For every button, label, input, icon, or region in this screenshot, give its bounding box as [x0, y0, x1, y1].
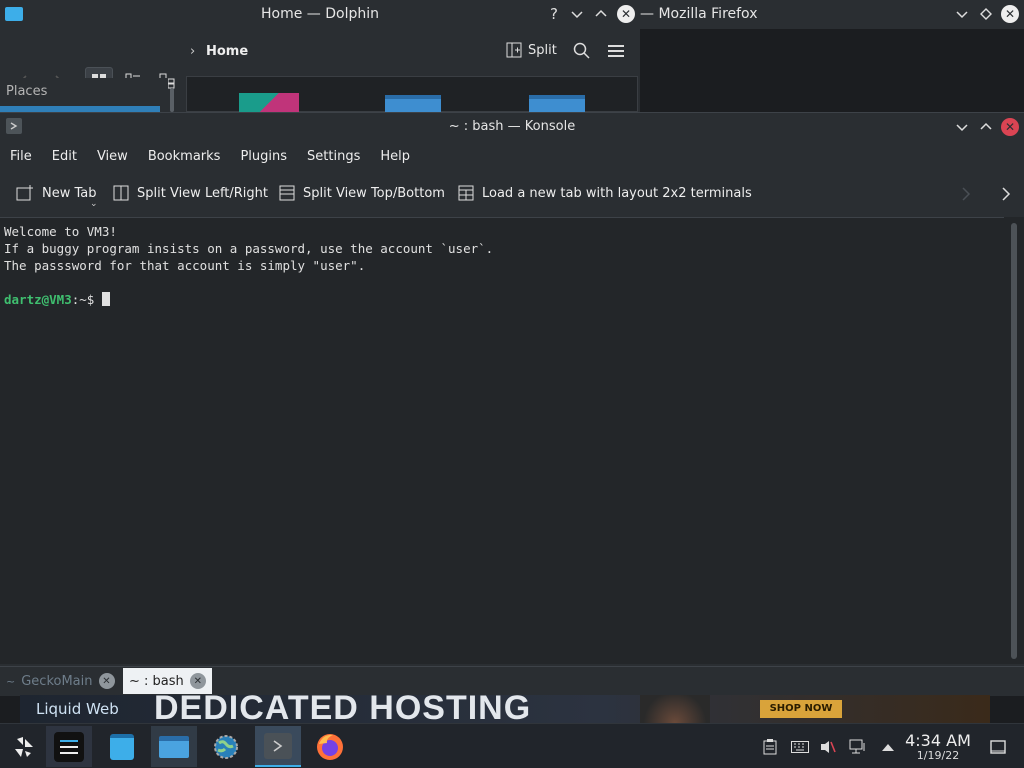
clipboard-icon[interactable]	[760, 737, 780, 757]
split-left-right-button[interactable]: Split View Left/Right	[113, 185, 268, 201]
minimize-icon[interactable]	[952, 4, 972, 24]
minimize-icon[interactable]	[952, 117, 972, 137]
app-launcher-icon[interactable]	[0, 726, 46, 767]
terminal-line: If a buggy program insists on a password…	[4, 241, 494, 256]
split-horizontal-icon	[279, 185, 295, 201]
folder-icon[interactable]	[385, 95, 441, 113]
new-tab-label: New Tab	[42, 185, 97, 201]
menu-edit[interactable]: Edit	[42, 146, 87, 170]
split-vertical-icon	[113, 185, 129, 201]
dolphin-taskbar-icon[interactable]	[151, 726, 197, 767]
folder-icon[interactable]	[529, 95, 585, 113]
system-settings-icon[interactable]	[46, 726, 92, 767]
load-layout-button[interactable]: Load a new tab with layout 2x2 terminals	[458, 185, 752, 201]
clock[interactable]: 4:34 AM 1/19/22	[900, 732, 976, 762]
prompt-user-host: dartz@VM3	[4, 292, 72, 307]
network-icon[interactable]	[848, 737, 868, 757]
help-icon[interactable]: ?	[544, 4, 564, 24]
close-icon[interactable]: ✕	[616, 4, 636, 24]
split-top-bottom-button[interactable]: Split View Top/Bottom	[279, 185, 445, 201]
terminal-prompt-line: dartz@VM3:~$	[4, 291, 1000, 308]
terminal-scrollbar[interactable]	[1004, 217, 1024, 664]
ad-person-image	[640, 695, 710, 723]
ad-headline: DEDICATED HOSTING	[154, 695, 532, 723]
dolphin-file-view	[186, 76, 638, 113]
places-label: Places	[6, 84, 48, 99]
chevron-left-icon[interactable]	[962, 186, 972, 206]
menu-file[interactable]: File	[0, 146, 42, 170]
konsole-tab-bar: ~ GeckoMain ✕ ~ : bash ✕	[0, 666, 1024, 696]
konsole-taskbar-icon[interactable]	[255, 726, 301, 767]
firefox-title: — Mozilla Firefox	[640, 6, 758, 22]
terminal-output[interactable]: Welcome to VM3! If a buggy program insist…	[0, 217, 1004, 664]
close-tab-icon[interactable]: ✕	[98, 673, 115, 689]
close-icon[interactable]: ✕	[1000, 117, 1020, 137]
new-tab-icon	[16, 185, 33, 201]
places-scrollbar[interactable]	[170, 88, 174, 112]
clock-date: 1/19/22	[916, 749, 960, 762]
konsole-toolbar: New Tab ⌄ Split View Left/Right Split Vi…	[0, 179, 1024, 211]
split-button[interactable]: Split	[506, 42, 557, 58]
chevron-right-icon[interactable]	[1002, 186, 1012, 206]
menu-bookmarks[interactable]: Bookmarks	[138, 146, 231, 170]
breadcrumb-home[interactable]: Home	[206, 44, 248, 59]
tab-bash[interactable]: ~ : bash ✕	[123, 668, 212, 694]
tab-terminal-icon: ~	[6, 674, 16, 688]
tab-label: GeckoMain	[21, 673, 93, 689]
minimize-icon[interactable]	[567, 4, 587, 24]
firefox-titlebar[interactable]: ? ✕ — Mozilla Firefox ✕	[550, 0, 1024, 29]
terminal-line: Welcome to VM3!	[4, 224, 117, 239]
menu-plugins[interactable]: Plugins	[230, 146, 297, 170]
web-browser-icon[interactable]	[203, 726, 249, 767]
maximize-icon[interactable]	[591, 4, 611, 24]
terminal-line: The passsword for that account is simply…	[4, 258, 366, 273]
menu-help[interactable]: Help	[370, 146, 420, 170]
file-thumbnail-icon[interactable]	[239, 93, 299, 113]
restore-icon[interactable]	[976, 4, 996, 24]
split-icon	[506, 42, 522, 58]
firefox-taskbar-icon[interactable]	[307, 726, 353, 767]
taskbar: 4:34 AM 1/19/22	[0, 723, 1024, 768]
search-icon[interactable]	[573, 42, 591, 64]
scrollbar-thumb[interactable]	[1011, 223, 1017, 659]
load-layout-label: Load a new tab with layout 2x2 terminals	[482, 185, 752, 201]
firefox-window: ? ✕ — Mozilla Firefox ✕	[550, 0, 1024, 112]
split-top-bottom-label: Split View Top/Bottom	[303, 185, 445, 201]
split-left-right-label: Split View Left/Right	[137, 185, 269, 201]
konsole-title: ~ : bash — Konsole	[448, 119, 576, 134]
maximize-icon[interactable]	[976, 117, 996, 137]
new-tab-button[interactable]: New Tab	[16, 185, 97, 201]
close-tab-icon[interactable]: ✕	[189, 673, 206, 689]
menu-settings[interactable]: Settings	[297, 146, 370, 170]
menu-view[interactable]: View	[87, 146, 138, 170]
keyboard-icon[interactable]	[790, 737, 810, 757]
tab-label: ~ : bash	[129, 673, 184, 689]
ad-brand: Liquid Web	[36, 700, 119, 718]
prompt-path: :~$	[71, 292, 102, 307]
dolphin-toolbar: › Home Split	[0, 29, 640, 95]
volume-muted-icon[interactable]	[818, 737, 838, 757]
grid-layout-icon	[458, 185, 474, 201]
ad-banner[interactable]: Liquid Web DEDICATED HOSTING SHOP NOW	[20, 695, 990, 723]
breadcrumb-chevron-icon: ›	[190, 44, 196, 59]
ad-shop-now-button[interactable]: SHOP NOW	[760, 700, 842, 718]
new-tab-dropdown-icon[interactable]: ⌄	[90, 199, 98, 209]
close-icon[interactable]: ✕	[1000, 4, 1020, 24]
show-hidden-icons-icon[interactable]	[878, 737, 898, 757]
split-label: Split	[528, 42, 557, 58]
tab-geckomain[interactable]: ~ GeckoMain ✕	[0, 668, 121, 694]
clock-time: 4:34 AM	[905, 731, 971, 750]
konsole-window: ~ : bash — Konsole ✕ File Edit View Book…	[0, 112, 1024, 696]
discover-store-icon[interactable]	[99, 726, 145, 767]
show-desktop-icon[interactable]	[988, 737, 1008, 757]
text-cursor	[101, 292, 110, 306]
hamburger-menu-icon[interactable]	[607, 43, 625, 63]
menu-bar: File Edit View Bookmarks Plugins Setting…	[0, 146, 420, 170]
